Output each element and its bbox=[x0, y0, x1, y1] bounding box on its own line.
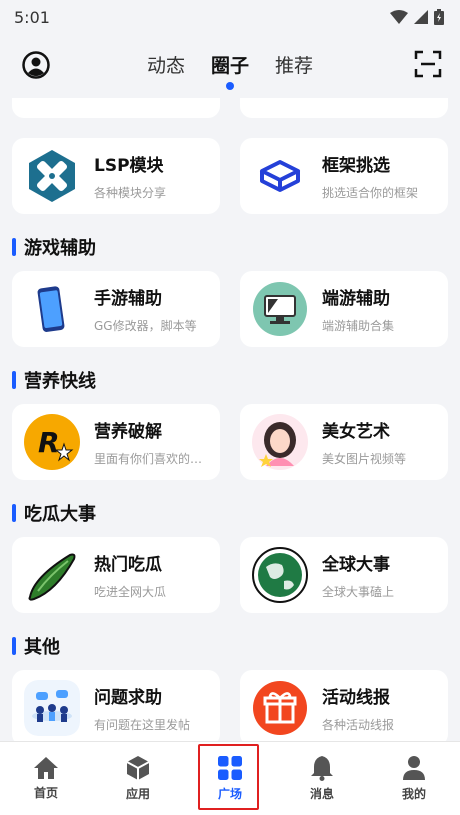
card-title: 营养破解 bbox=[94, 422, 162, 442]
card-global-news[interactable]: 全球大事 全球大事磕上 bbox=[240, 537, 448, 613]
gift-icon bbox=[252, 680, 308, 736]
card-subtitle: 美女图片视频等 bbox=[322, 452, 407, 466]
signal-icon bbox=[414, 10, 428, 24]
highlight-box bbox=[198, 744, 259, 810]
battery-icon bbox=[434, 9, 444, 25]
card-partial-left[interactable] bbox=[12, 98, 220, 118]
card-pc-game-aid[interactable]: 端游辅助 端游辅助合集 bbox=[240, 271, 448, 347]
nav-home[interactable]: 首页 bbox=[16, 756, 76, 801]
profile-avatar-icon[interactable] bbox=[22, 51, 50, 79]
card-beauty-art[interactable]: 美女艺术 美女图片视频等 bbox=[240, 404, 448, 480]
card-subtitle: GG修改器，脚本等 bbox=[94, 319, 197, 333]
card-subtitle: 各种活动线报 bbox=[322, 718, 395, 732]
card-title: 手游辅助 bbox=[94, 289, 162, 309]
card-title: 问题求助 bbox=[94, 688, 162, 708]
section-title-gossip: 吃瓜大事 bbox=[12, 500, 96, 526]
card-title: 框架挑选 bbox=[322, 156, 390, 176]
lsp-module-icon bbox=[24, 148, 80, 204]
card-title: LSP模块 bbox=[94, 156, 164, 176]
card-title: 端游辅助 bbox=[322, 289, 390, 309]
tab-recommend[interactable]: 推荐 bbox=[275, 51, 313, 82]
tab-circles[interactable]: 圈子 bbox=[211, 51, 249, 90]
cucumber-icon bbox=[24, 547, 80, 603]
tab-dynamic[interactable]: 动态 bbox=[147, 51, 185, 82]
card-subtitle: 吃进全网大瓜 bbox=[94, 585, 167, 599]
card-title: 活动线报 bbox=[322, 688, 390, 708]
scan-icon[interactable] bbox=[414, 50, 442, 78]
frame-box-icon bbox=[252, 148, 308, 204]
card-subtitle: 各种模块分享 bbox=[94, 186, 167, 200]
card-event-news[interactable]: 活动线报 各种活动线报 bbox=[240, 670, 448, 741]
card-subtitle: 有问题在这里发帖 bbox=[94, 718, 191, 732]
active-tab-indicator bbox=[225, 81, 234, 90]
meeting-people-icon bbox=[24, 680, 80, 736]
card-mobile-game-aid[interactable]: 手游辅助 GG修改器，脚本等 bbox=[12, 271, 220, 347]
monitor-icon bbox=[252, 281, 308, 337]
status-bar: 5:01 bbox=[0, 0, 460, 34]
rockstar-logo-icon: R bbox=[24, 414, 80, 470]
phone-icon bbox=[24, 281, 80, 337]
girl-avatar-icon bbox=[252, 414, 308, 470]
card-frame-select[interactable]: 框架挑选 挑选适合你的框架 bbox=[240, 138, 448, 214]
globe-icon bbox=[252, 547, 308, 603]
apps-cube-icon bbox=[126, 756, 150, 780]
person-icon bbox=[403, 756, 425, 780]
nav-apps[interactable]: 应用 bbox=[108, 755, 168, 802]
top-bar: 动态 圈子 推荐 bbox=[0, 34, 460, 98]
section-title-other: 其他 bbox=[12, 633, 60, 659]
card-question-help[interactable]: 问题求助 有问题在这里发帖 bbox=[12, 670, 220, 741]
wifi-icon bbox=[390, 10, 408, 24]
card-subtitle: 挑选适合你的框架 bbox=[322, 186, 419, 200]
svg-text:R: R bbox=[38, 426, 60, 459]
home-icon bbox=[34, 757, 58, 779]
card-partial-right[interactable] bbox=[240, 98, 448, 118]
bell-icon bbox=[311, 756, 333, 781]
card-nutrition-crack[interactable]: R 营养破解 里面有你们喜欢的… bbox=[12, 404, 220, 480]
card-title: 热门吃瓜 bbox=[94, 555, 162, 575]
card-subtitle: 全球大事磕上 bbox=[322, 585, 395, 599]
card-title: 美女艺术 bbox=[322, 422, 390, 442]
status-time: 5:01 bbox=[14, 7, 50, 27]
circle-list[interactable]: LSP模块 各种模块分享 框架挑选 挑选适合你的框架 游戏辅助 手游辅助 GG修… bbox=[0, 98, 460, 741]
section-title-game: 游戏辅助 bbox=[12, 234, 96, 260]
top-tabs: 动态 圈子 推荐 bbox=[147, 51, 313, 90]
nav-messages[interactable]: 消息 bbox=[292, 755, 352, 802]
section-title-nutrition: 营养快线 bbox=[12, 367, 96, 393]
card-title: 全球大事 bbox=[322, 555, 390, 575]
card-hot-gossip[interactable]: 热门吃瓜 吃进全网大瓜 bbox=[12, 537, 220, 613]
card-subtitle: 端游辅助合集 bbox=[322, 319, 395, 333]
nav-mine[interactable]: 我的 bbox=[384, 755, 444, 802]
card-lsp-module[interactable]: LSP模块 各种模块分享 bbox=[12, 138, 220, 214]
card-subtitle: 里面有你们喜欢的… bbox=[94, 452, 203, 466]
